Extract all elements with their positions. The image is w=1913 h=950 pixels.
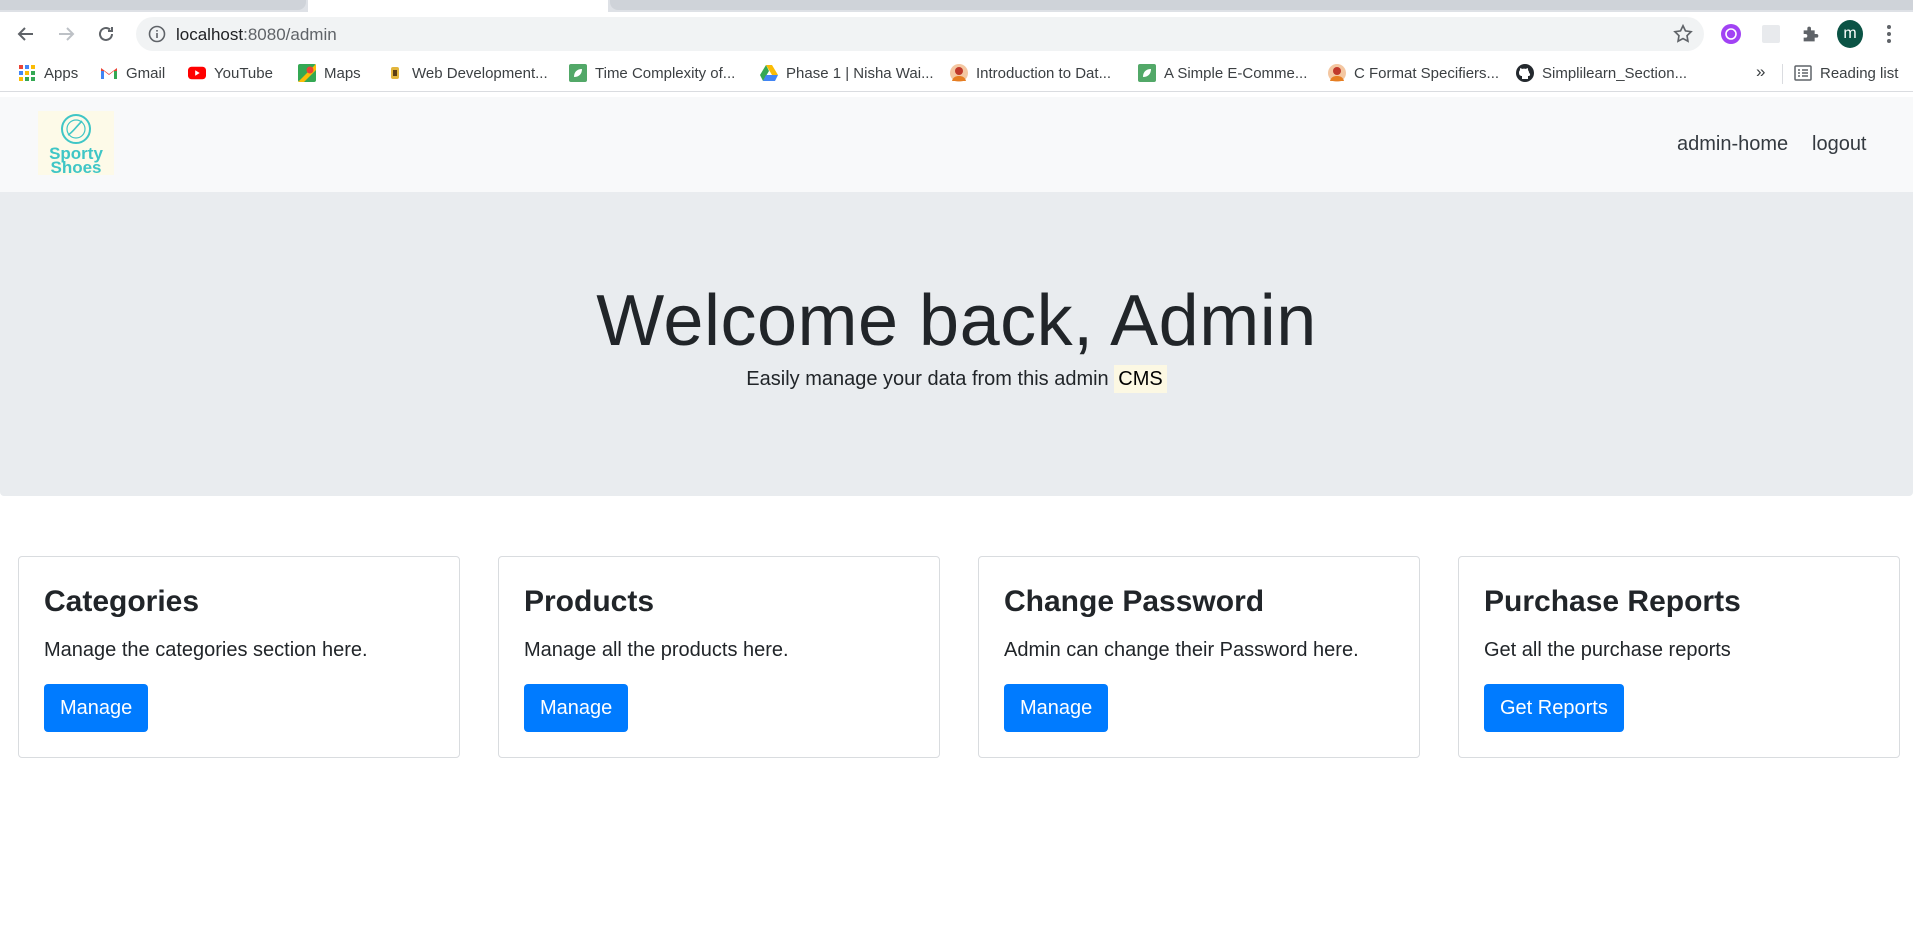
site-navbar: Sporty Shoes admin-home logout [0,97,1913,192]
leaf-icon [1138,64,1156,82]
bookmark-gmail[interactable]: Gmail [100,64,165,82]
web-dev-icon [386,64,404,82]
tab-previous[interactable] [0,0,306,10]
hero-jumbotron: Welcome back, Admin Easily manage your d… [0,192,1913,496]
bookmark-label: A Simple E-Comme... [1164,64,1308,82]
bookmark-label: Introduction to Dat... [976,64,1112,82]
nav-link-logout[interactable]: logout [1812,133,1867,156]
extensions-puzzle-icon[interactable] [1798,21,1824,47]
bookmark-label: Maps [324,64,361,82]
kebab-menu-icon [1887,25,1891,43]
url-text[interactable]: localhost:8080/admin [176,25,337,45]
hero-title: Welcome back, Admin [596,281,1317,361]
reading-list-button[interactable]: Reading list [1794,64,1898,82]
card-title: Categories [44,585,200,618]
nav-link-admin-home[interactable]: admin-home [1677,133,1788,156]
reload-icon [99,26,113,41]
manage-password-button[interactable]: Manage [1004,684,1109,732]
hero-subtitle: Easily manage your data from this admin … [0,365,1913,393]
bookmark-apps[interactable]: Apps [18,64,78,82]
bookmark-time-complexity[interactable]: Time Complexity of... [569,64,735,82]
card-text: Manage the categories section here. [44,639,368,661]
get-reports-button[interactable]: Get Reports [1484,684,1624,732]
bookmark-simple-ecommerce[interactable]: A Simple E-Comme... [1138,64,1307,82]
bookmark-introduction[interactable]: Introduction to Dat... [950,64,1111,82]
card-categories: Categories Manage the categories section… [18,556,460,758]
card-text: Get all the purchase reports [1484,639,1731,661]
github-icon [1516,64,1534,82]
bookmark-phase-1[interactable]: Phase 1 | Nisha Wai... [760,64,934,82]
url-path: :8080/admin [243,25,337,44]
bookmark-label: Gmail [126,64,166,82]
sporty-shoes-logo-icon: Sporty Shoes [49,114,103,177]
site-logo[interactable]: Sporty Shoes [38,111,114,177]
site-info-icon[interactable] [148,25,166,48]
bookmark-youtube[interactable]: YouTube [188,64,273,82]
extension-purple-icon[interactable] [1718,21,1744,47]
card-text: Manage all the products here. [524,639,789,661]
card-text: Admin can change their Password here. [1004,639,1359,661]
card-title: Change Password [1004,585,1265,618]
card-change-password: Change Password Admin can change their P… [978,556,1420,758]
bookmark-label: Apps [44,64,79,82]
bookmark-web-development[interactable]: Web Development... [386,64,548,82]
bookmark-label: Web Development... [412,64,548,82]
avatar-icon [950,64,968,82]
bookmark-label: Phase 1 | Nisha Wai... [786,64,934,82]
drive-icon [760,64,778,82]
bookmark-label: Time Complexity of... [595,64,736,82]
extension-placeholder-icon[interactable] [1758,21,1784,47]
gmail-icon [100,64,118,82]
profile-initial: m [1837,20,1863,48]
card-purchase-reports: Purchase Reports Get all the purchase re… [1458,556,1900,758]
bookmarks-bar: Apps Gmail YouTube Maps Web Development.… [0,56,1913,92]
youtube-icon [188,64,206,82]
reading-list-icon [1794,64,1812,82]
tab-next[interactable] [610,0,1913,10]
bookmark-label: YouTube [214,64,273,82]
bookmark-simplilearn[interactable]: Simplilearn_Section... [1516,64,1687,82]
forward-arrow-icon [59,27,75,41]
tab-active[interactable] [308,0,608,12]
address-bar[interactable]: localhost:8080/admin [136,17,1704,51]
bookmarks-divider [1782,64,1783,84]
logo-line-2: Shoes [50,158,101,175]
leaf-icon [569,64,587,82]
back-button[interactable] [12,20,40,48]
card-title: Purchase Reports [1484,585,1741,618]
browser-toolbar: localhost:8080/admin m [0,12,1913,56]
avatar-icon [1328,64,1346,82]
reading-list-label: Reading list [1820,64,1899,82]
card-title: Products [524,585,655,618]
hero-subtitle-highlight: CMS [1114,365,1167,393]
bookmark-label: Simplilearn_Section... [1542,64,1688,82]
reload-button[interactable] [92,20,120,48]
forward-button[interactable] [52,20,80,48]
url-host: localhost [176,25,244,44]
more-bookmarks-icon: » [1756,62,1766,81]
hero-subtitle-text: Easily manage your data from this admin [746,368,1109,390]
back-arrow-icon [17,27,33,41]
card-products: Products Manage all the products here. M… [498,556,940,758]
bookmark-star-icon[interactable] [1672,23,1694,50]
browser-menu-button[interactable] [1876,21,1902,47]
apps-grid-icon [18,64,36,82]
bookmark-c-format[interactable]: C Format Specifiers... [1328,64,1499,82]
bookmark-label: C Format Specifiers... [1354,64,1500,82]
more-bookmarks-button[interactable]: » [1756,62,1765,82]
tab-strip [0,0,1913,12]
profile-avatar[interactable]: m [1837,20,1863,48]
bookmark-maps[interactable]: Maps [298,64,361,82]
manage-categories-button[interactable]: Manage [44,684,149,732]
manage-products-button[interactable]: Manage [524,684,629,732]
maps-icon [298,64,316,82]
